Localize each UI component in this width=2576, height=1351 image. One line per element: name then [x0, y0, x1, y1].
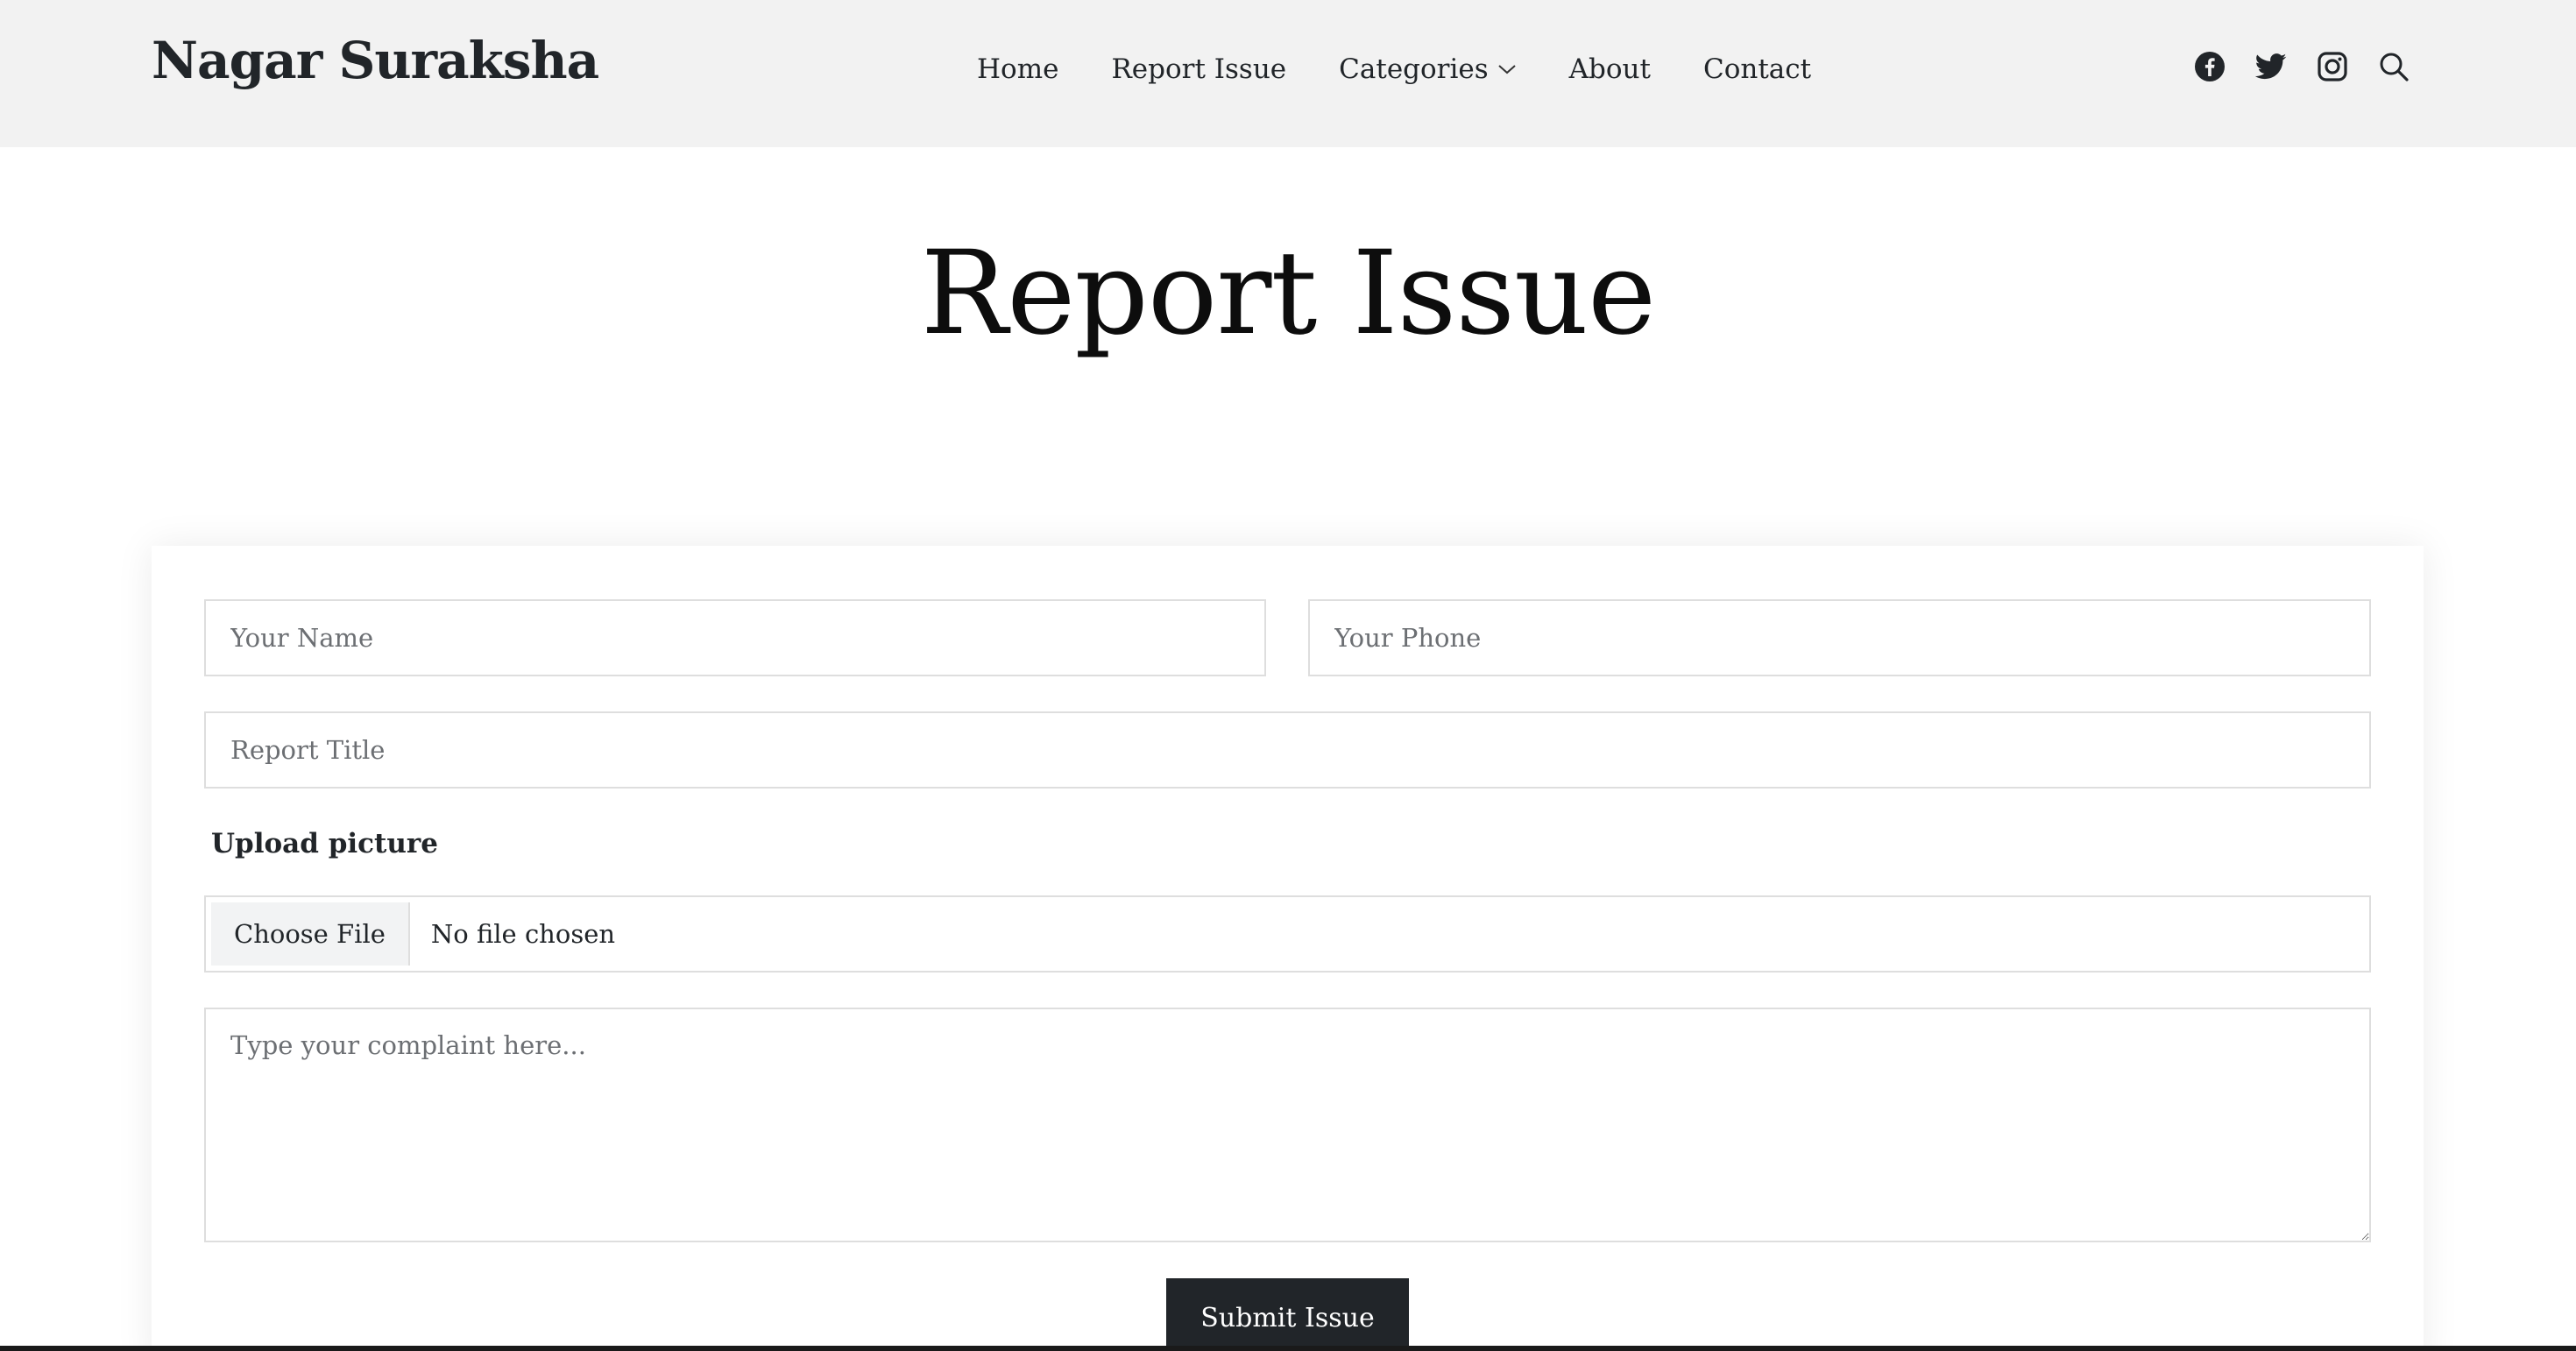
facebook-icon[interactable]	[2194, 51, 2226, 82]
phone-input[interactable]	[1308, 599, 2371, 676]
file-upload-field[interactable]: Choose File No file chosen	[204, 895, 2371, 973]
nav-home[interactable]: Home	[977, 53, 1058, 85]
nav-categories-label: Categories	[1339, 53, 1489, 85]
submit-issue-button[interactable]: Submit Issue	[1166, 1278, 1409, 1351]
nav-categories[interactable]: Categories	[1339, 53, 1517, 85]
nav-about[interactable]: About	[1569, 53, 1651, 85]
window-bottom-edge	[0, 1346, 2576, 1351]
file-status-text: No file chosen	[430, 919, 616, 949]
report-title-input[interactable]	[204, 711, 2371, 789]
page: Nagar Suraksha Home Report Issue Categor…	[0, 0, 2576, 1351]
name-input[interactable]	[204, 599, 1266, 676]
main-nav: Home Report Issue Categories About Conta…	[977, 46, 1811, 93]
nav-report-issue[interactable]: Report Issue	[1111, 53, 1286, 85]
upload-picture-label: Upload picture	[211, 828, 438, 859]
site-header: Nagar Suraksha Home Report Issue Categor…	[0, 0, 2576, 147]
instagram-icon[interactable]	[2317, 51, 2348, 82]
nav-contact[interactable]: Contact	[1703, 53, 1811, 85]
twitter-icon[interactable]	[2255, 51, 2287, 82]
chevron-down-icon	[1497, 65, 1516, 74]
social-links	[2194, 49, 2410, 84]
choose-file-button[interactable]: Choose File	[211, 902, 410, 966]
complaint-textarea[interactable]	[204, 1008, 2371, 1242]
brand-logo[interactable]: Nagar Suraksha	[152, 31, 599, 90]
page-title: Report Issue	[920, 226, 1656, 361]
report-form: Upload picture Choose File No file chose…	[152, 546, 2424, 1351]
search-icon[interactable]	[2378, 51, 2410, 82]
